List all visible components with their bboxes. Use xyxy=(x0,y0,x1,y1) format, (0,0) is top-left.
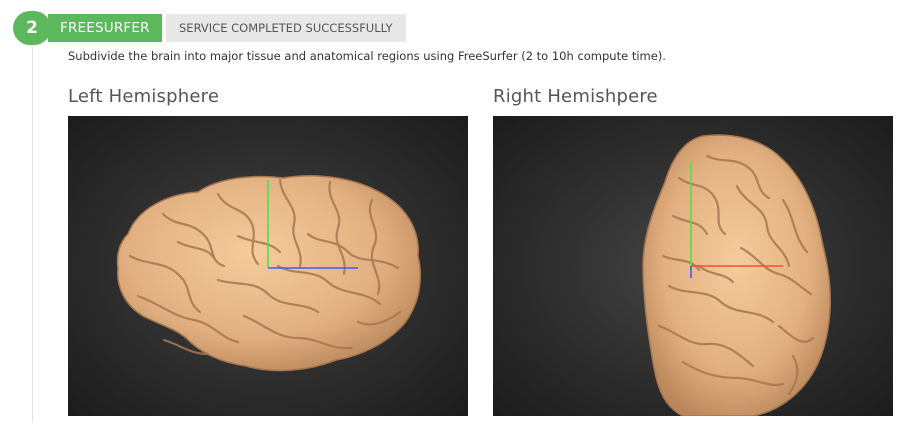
timeline-line xyxy=(32,40,33,423)
left-hemisphere-render xyxy=(116,175,422,372)
status-badge: SERVICE COMPLETED SUCCESSFULLY xyxy=(166,14,406,42)
left-hemisphere-viewer[interactable] xyxy=(68,116,468,416)
step-description: Subdivide the brain into major tissue an… xyxy=(68,49,666,63)
right-hemisphere-render xyxy=(642,134,832,416)
brain-surface xyxy=(642,134,832,416)
right-hemisphere-viewer[interactable] xyxy=(493,116,893,416)
brain-surface xyxy=(116,175,422,372)
step-name-label: FREESURFER xyxy=(48,14,162,42)
left-panel-title: Left Hemisphere xyxy=(68,86,220,107)
right-panel-title: Right Hemishpere xyxy=(493,86,658,107)
step-number-badge: 2 xyxy=(13,11,51,45)
